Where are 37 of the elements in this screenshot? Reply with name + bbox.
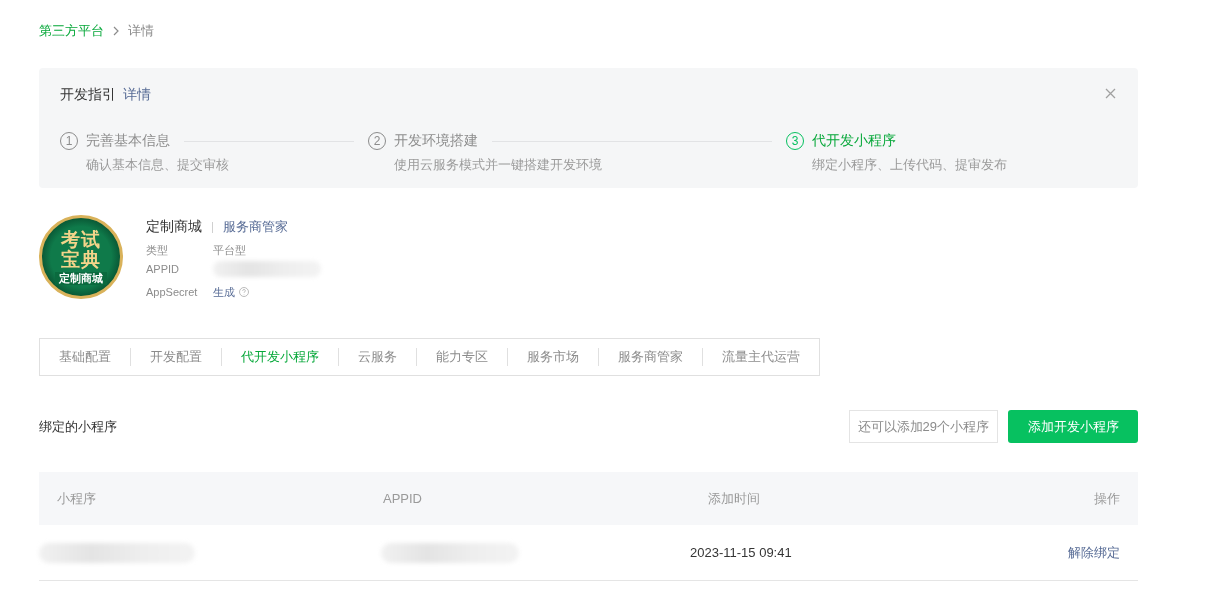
table-cell-text: 2023-11-15 09:41 (690, 545, 793, 560)
section-title: 绑定的小程序 (39, 417, 117, 436)
column-header: 操作 (1093, 489, 1120, 508)
field-label: APPID (146, 262, 180, 277)
breadcrumb-item[interactable]: 第三方平台 (39, 22, 104, 40)
nav-tab[interactable]: 流量主代运营 (702, 348, 819, 366)
nav-tab[interactable]: 服务市场 (507, 348, 598, 366)
nav-tab[interactable]: 能力专区 (416, 348, 507, 366)
unbind-link[interactable]: 解除绑定 (1000, 543, 1120, 562)
column-header: 小程序 (57, 489, 97, 508)
column-header: 添加时间 (708, 489, 761, 508)
nav-tab[interactable]: 云服务 (338, 348, 416, 366)
generate-link[interactable]: 生成 (213, 284, 235, 300)
app-logo: 考试 宝典 定制商城 (39, 215, 123, 299)
field-value: 平台型 (213, 243, 247, 258)
nav-tab[interactable]: 服务商管家 (598, 348, 702, 366)
details-link[interactable]: 详情 (123, 86, 151, 104)
help-icon[interactable] (239, 287, 249, 297)
field-label: AppSecret (146, 285, 199, 300)
nav-tab[interactable]: 开发配置 (130, 348, 221, 366)
quota-hint: 还可以添加29个小程序 (848, 410, 998, 443)
chevron-icon (112, 26, 120, 36)
guide-title: 开发指引 (60, 86, 116, 104)
step-title: 开发环境搭建 (394, 132, 478, 150)
account-name: 定制商城 (146, 218, 202, 236)
column-header: APPID (383, 491, 423, 506)
step-description: 绑定小程序、上传代码、提审发布 (812, 156, 1008, 174)
breadcrumb-item: 详情 (128, 22, 154, 40)
step-title: 完善基本信息 (86, 132, 170, 150)
nav-tab[interactable]: 代开发小程序 (221, 348, 338, 366)
nav-tab[interactable]: 基础配置 (40, 348, 130, 366)
add-button[interactable]: 添加开发小程序 (1008, 410, 1138, 443)
step-title: 代开发小程序 (812, 132, 896, 150)
field-label: 类型 (146, 243, 169, 258)
close-icon[interactable] (1105, 88, 1116, 99)
step-description: 确认基本信息、提交审核 (86, 156, 230, 174)
account-tag: 服务商管家 (223, 218, 288, 236)
